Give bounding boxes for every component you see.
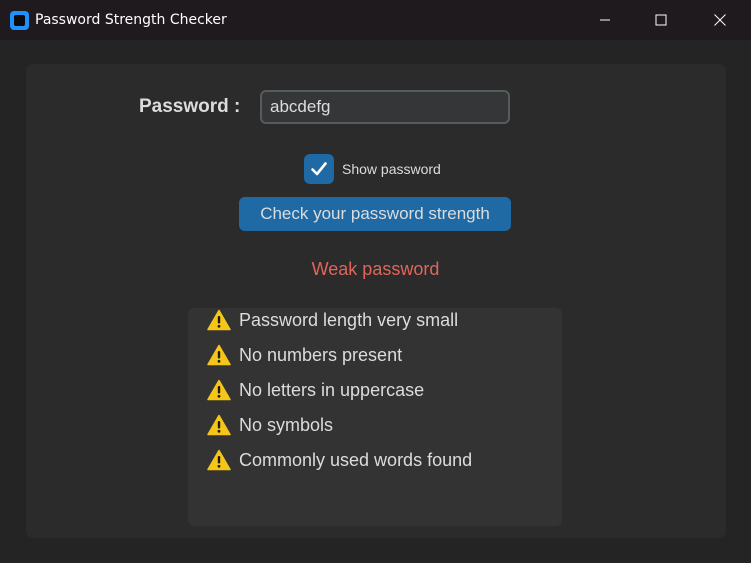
strength-result: Weak password bbox=[311, 259, 440, 279]
warning-icon bbox=[207, 414, 231, 436]
close-icon bbox=[714, 14, 726, 26]
issue-text: Password length very small bbox=[239, 310, 459, 330]
app-window: Password Strength Checker Password : Sho… bbox=[0, 0, 751, 563]
checkmark-icon bbox=[311, 162, 327, 176]
issue-text: Commonly used words found bbox=[239, 450, 473, 470]
app-icon bbox=[10, 11, 29, 30]
maximize-button[interactable] bbox=[638, 0, 684, 40]
password-input[interactable] bbox=[260, 90, 510, 124]
minimize-button[interactable] bbox=[582, 0, 628, 40]
issue-item: Password length very small bbox=[207, 308, 458, 332]
window-title: Password Strength Checker bbox=[35, 12, 227, 28]
minimize-icon bbox=[600, 19, 610, 21]
warning-icon bbox=[207, 379, 231, 401]
issue-item: No numbers present bbox=[207, 343, 402, 367]
title-bar[interactable]: Password Strength Checker bbox=[0, 0, 751, 40]
warning-icon bbox=[207, 449, 231, 471]
maximize-icon bbox=[655, 14, 667, 26]
issue-text: No numbers present bbox=[239, 345, 403, 365]
issue-text: No letters in uppercase bbox=[239, 380, 425, 400]
issue-text: No symbols bbox=[239, 415, 334, 435]
check-strength-button[interactable]: Check your password strength bbox=[239, 197, 511, 231]
show-password-label[interactable]: Show password bbox=[342, 160, 441, 178]
warning-icon bbox=[207, 309, 231, 331]
issue-item: No symbols bbox=[207, 413, 333, 437]
warning-icon bbox=[207, 344, 231, 366]
show-password-checkbox[interactable] bbox=[304, 154, 334, 184]
password-label: Password : bbox=[139, 96, 241, 117]
issue-item: No letters in uppercase bbox=[207, 378, 424, 402]
issue-item: Commonly used words found bbox=[207, 448, 472, 472]
close-button[interactable] bbox=[697, 0, 743, 40]
